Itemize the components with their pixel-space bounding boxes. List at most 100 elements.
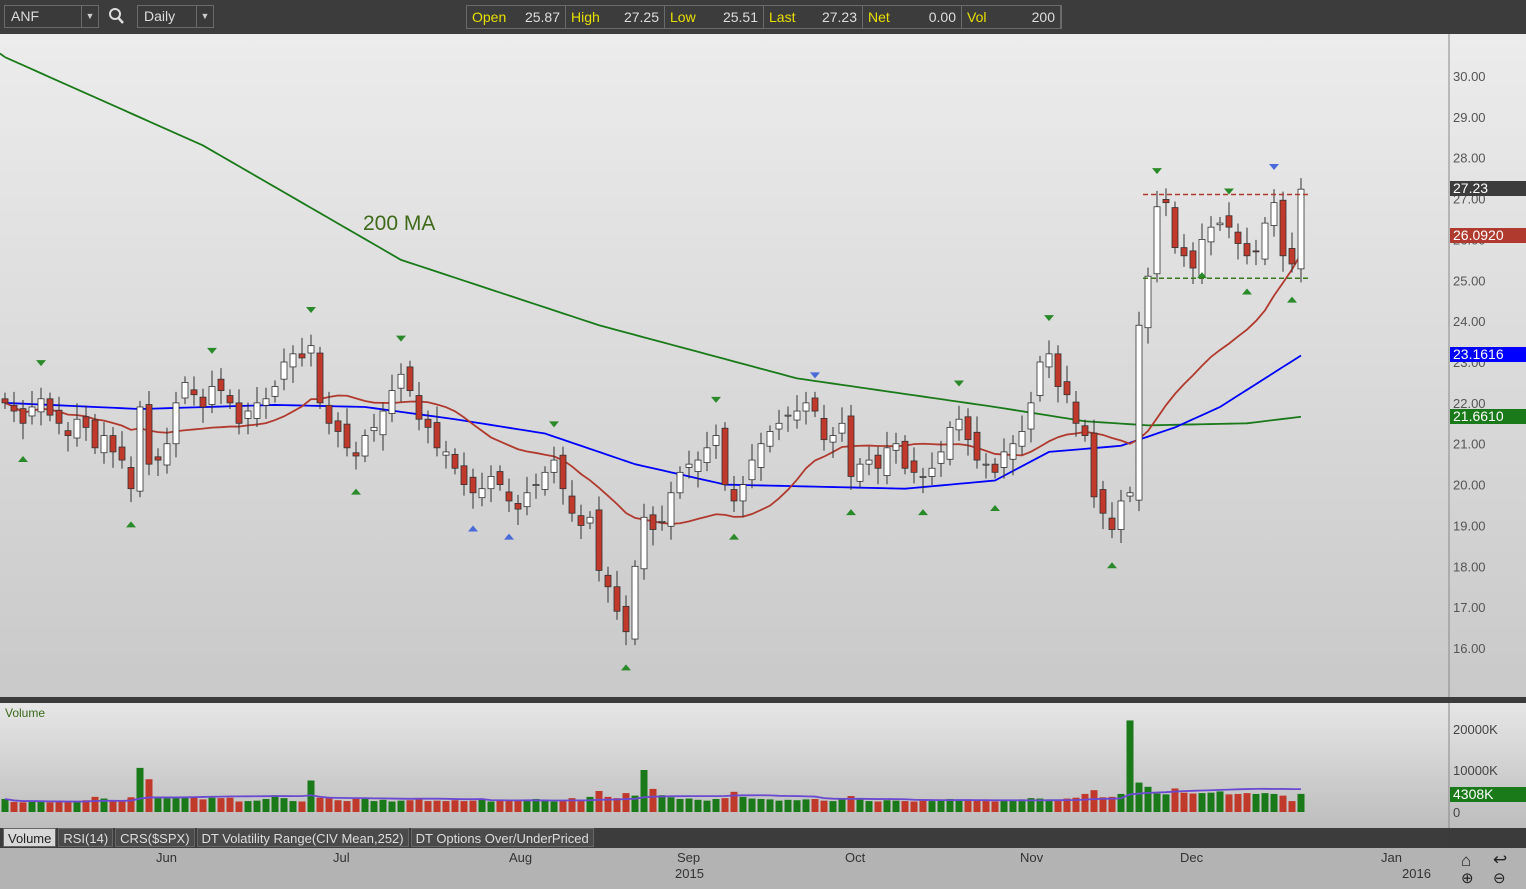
- study-tab[interactable]: DT Options Over/UnderPriced: [410, 828, 594, 847]
- volume-bar: [694, 799, 702, 812]
- volume-bar: [973, 800, 981, 812]
- volume-bar: [451, 800, 459, 812]
- volume-bar: [46, 802, 54, 812]
- price-axis-label: 25.00: [1453, 273, 1486, 288]
- volume-bar: [10, 801, 18, 812]
- price-plot[interactable]: 30.0029.0028.0027.0026.0025.0024.0023.00…: [0, 34, 1526, 697]
- study-tab[interactable]: Volume: [3, 828, 57, 847]
- volume-bar: [199, 799, 207, 812]
- volume-bar: [433, 800, 441, 812]
- pivot-high-marker: [810, 372, 820, 379]
- volume-bar: [271, 795, 279, 812]
- volume-bar: [262, 798, 270, 812]
- candle: [64, 430, 72, 436]
- candle: [1018, 431, 1026, 447]
- price-chart[interactable]: 30.0029.0028.0027.0026.0025.0024.0023.00…: [0, 34, 1526, 697]
- candle: [1261, 222, 1269, 260]
- symbol-input[interactable]: ANF ▼: [4, 5, 99, 28]
- undo-icon[interactable]: ↩: [1493, 850, 1507, 870]
- candle: [316, 352, 324, 404]
- pivot-low-marker: [1197, 272, 1207, 279]
- volume-bar: [334, 800, 342, 812]
- candle: [937, 451, 945, 464]
- last-price-tag: 27.23: [1450, 181, 1526, 197]
- volume-bar: [1144, 786, 1152, 812]
- candle: [361, 435, 369, 457]
- price-axis-label: 17.00: [1453, 600, 1486, 615]
- volume-bar: [136, 767, 144, 812]
- volume-bar: [379, 799, 387, 812]
- candle: [667, 492, 675, 527]
- study-tab[interactable]: DT Volatility Range(CIV Mean,252): [196, 828, 409, 847]
- volume-bar: [514, 799, 522, 812]
- volume-bar: [118, 801, 126, 812]
- candle: [163, 443, 171, 466]
- candle: [838, 422, 846, 434]
- price-axis-label: 19.00: [1453, 518, 1486, 533]
- month-label: Nov: [1020, 850, 1044, 865]
- volume-bar: [676, 798, 684, 812]
- study-tab[interactable]: CRS($SPX): [115, 828, 195, 847]
- price-axis-label: 24.00: [1453, 314, 1486, 329]
- home-icon[interactable]: ⌂: [1461, 851, 1471, 871]
- quote-label: Open: [472, 9, 507, 25]
- candle: [244, 410, 252, 419]
- volume-panel[interactable]: Volume 20000K 10000K 0 4308K: [0, 703, 1526, 828]
- quote-open: Open 25.87: [467, 6, 566, 28]
- search-icon[interactable]: [108, 6, 126, 26]
- date-axis: Jun Jul Aug Sep Oct Nov Dec Jan 2015 201…: [0, 848, 1526, 889]
- interval-select[interactable]: Daily ▼: [137, 5, 214, 28]
- candle: [883, 447, 891, 477]
- candle: [262, 398, 270, 406]
- pivot-high-marker: [1224, 188, 1234, 195]
- zoom-in-icon[interactable]: ⊕: [1461, 869, 1474, 887]
- candle: [415, 395, 423, 420]
- ma200-annotation: 200 MA: [363, 212, 435, 235]
- volume-bar: [397, 800, 405, 812]
- pivot-low-marker: [504, 533, 514, 540]
- volume-bar: [1252, 793, 1260, 812]
- volume-bar: [1297, 793, 1305, 812]
- volume-bar: [928, 801, 936, 812]
- volume-bar: [739, 796, 747, 812]
- ma20-line: [4, 253, 1302, 525]
- candle: [1234, 231, 1242, 244]
- candle: [766, 431, 774, 447]
- volume-bar: [1288, 801, 1296, 812]
- candle: [307, 345, 315, 354]
- volume-bar: [775, 800, 783, 812]
- price-axis-label: 28.00: [1453, 151, 1486, 166]
- volume-bar: [55, 801, 63, 812]
- volume-bar: [91, 796, 99, 812]
- chevron-down-icon[interactable]: ▼: [81, 6, 98, 27]
- volume-bar: [316, 797, 324, 812]
- candle: [1117, 500, 1125, 530]
- volume-title: Volume: [5, 706, 46, 720]
- price-axis-label: 16.00: [1453, 641, 1486, 656]
- volume-bar: [487, 801, 495, 812]
- zoom-out-icon[interactable]: ⊖: [1493, 869, 1506, 887]
- volume-bar: [361, 798, 369, 812]
- volume-bar: [838, 798, 846, 812]
- volume-bar: [964, 800, 972, 812]
- volume-bar: [766, 799, 774, 812]
- chevron-down-icon[interactable]: ▼: [196, 6, 213, 27]
- volume-bar: [352, 798, 360, 812]
- candle: [982, 463, 990, 466]
- price-axis-label: 21.00: [1453, 437, 1486, 452]
- candle: [19, 408, 27, 424]
- study-tab[interactable]: RSI(14): [58, 828, 114, 847]
- candle: [559, 454, 567, 490]
- candle: [1000, 451, 1008, 468]
- volume-bar: [1216, 791, 1224, 812]
- volume-bar: [1270, 793, 1278, 812]
- volume-bar: [505, 800, 513, 812]
- volume-bar: [496, 800, 504, 812]
- candle: [901, 440, 909, 469]
- volume-bar: [415, 799, 423, 812]
- candle: [874, 454, 882, 469]
- candle: [649, 514, 657, 530]
- volume-bar: [829, 801, 837, 812]
- quote-label: Net: [868, 9, 890, 25]
- candle: [1081, 425, 1089, 436]
